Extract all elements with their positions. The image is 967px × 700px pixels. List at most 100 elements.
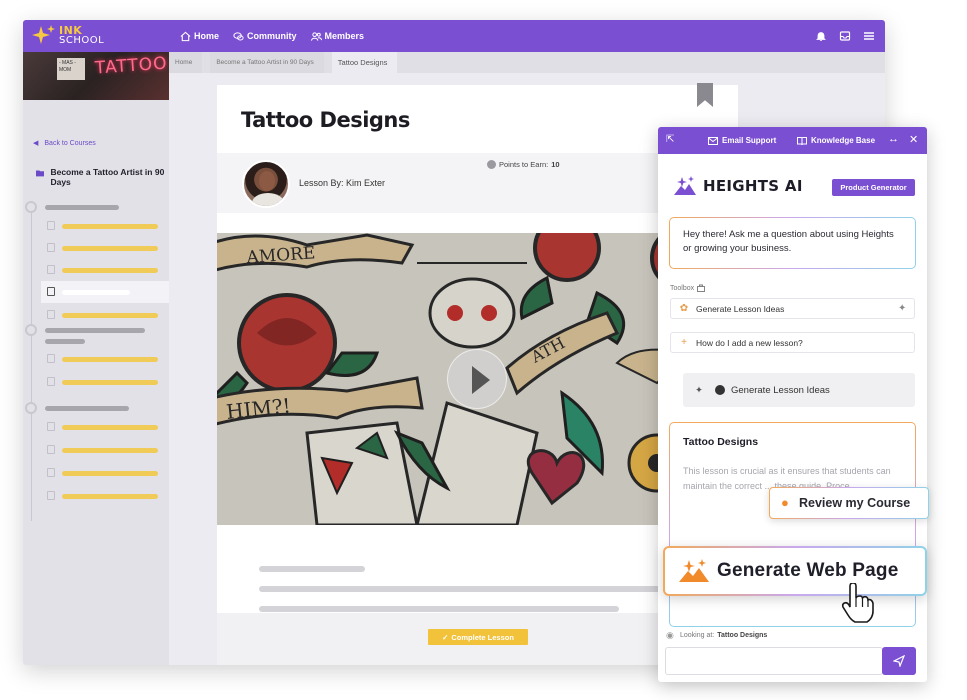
members-icon [310, 31, 322, 41]
back-to-courses-label: Back to Courses [44, 139, 96, 147]
image-icon [47, 468, 55, 477]
document-icon [47, 221, 55, 230]
close-icon[interactable]: ✕ [909, 133, 918, 146]
nav-community[interactable]: Community [233, 31, 297, 42]
lesson-item[interactable] [41, 371, 169, 393]
avatar [242, 160, 290, 208]
lesson-title-placeholder [62, 224, 158, 229]
lesson-item[interactable] [41, 485, 169, 507]
play-button[interactable] [447, 349, 507, 409]
top-navbar: INK SCHOOL Home Community Members [23, 20, 885, 52]
section-title-placeholder[interactable] [45, 205, 119, 210]
heights-ai-brand: HEIGHTS AI [674, 176, 803, 196]
lesson-title-placeholder [62, 357, 158, 362]
document-icon [47, 265, 55, 274]
lesson-title-placeholder [62, 290, 130, 295]
knowledge-base-link[interactable]: Knowledge Base [797, 127, 875, 154]
lesson-item[interactable] [41, 304, 169, 326]
email-support-link[interactable]: Email Support [708, 127, 776, 154]
lesson-item[interactable] [41, 237, 169, 259]
lesson-title-placeholder [62, 380, 158, 385]
tool-add-new-lesson-label: How do I add a new lesson? [696, 337, 803, 348]
lesson-author: Lesson By: Kim Exter [299, 178, 386, 188]
section-dot[interactable] [25, 402, 37, 414]
lesson-item[interactable] [41, 348, 169, 370]
lesson-title-placeholder [62, 246, 158, 251]
top-right-icons [803, 20, 875, 52]
back-to-courses-link[interactable]: ◀ Back to Courses [33, 139, 96, 148]
breadcrumb: Home Become a Tattoo Artist in 90 Days T… [169, 52, 885, 73]
image-icon [47, 377, 55, 386]
section-title-placeholder[interactable] [45, 406, 129, 411]
tool-generate-lesson-ideas[interactable]: ✿ Generate Lesson Ideas ✦ [670, 298, 915, 319]
tool-generate-lesson-ideas-label: Generate Lesson Ideas [696, 303, 785, 314]
menu-icon[interactable] [863, 30, 875, 42]
lesson-title-placeholder [62, 448, 158, 453]
lesson-item[interactable] [41, 439, 169, 461]
expand-icon[interactable]: ⇱ [666, 135, 676, 145]
toolbox-label: Toolbox [670, 284, 706, 292]
lesson-item[interactable] [41, 259, 169, 281]
magic-wand-icon: ✦ [695, 384, 703, 396]
product-generator-button[interactable]: Product Generator [832, 179, 915, 196]
home-icon [180, 31, 191, 41]
resize-icon[interactable]: ↔ [888, 133, 899, 145]
logo-text-school: SCHOOL [59, 35, 105, 46]
nav-home-label: Home [194, 31, 220, 41]
bell-icon[interactable] [815, 30, 827, 42]
tool-add-new-lesson[interactable]: + How do I add a new lesson? [670, 332, 915, 353]
looking-at-context: ◉ Looking at: Tattoo Designs [666, 630, 767, 641]
section-dot[interactable] [25, 324, 37, 336]
checkmark-icon: ✓ [442, 632, 449, 642]
looking-at-label: Looking at: [680, 632, 715, 639]
lesson-title-placeholder [62, 268, 158, 273]
inbox-icon[interactable] [839, 30, 851, 42]
ai-greeting-message: Hey there! Ask me a question about using… [669, 217, 916, 269]
sparkle-logo-icon [32, 25, 55, 44]
generate-web-page-button[interactable]: Generate Web Page [663, 546, 927, 596]
document-icon [47, 243, 55, 252]
section-dot[interactable] [25, 201, 37, 213]
eye-icon: ◉ [666, 630, 674, 640]
course-sidebar: - MAS - MOM TATTOO ◀ Back to Courses Bec… [23, 52, 169, 665]
lesson-item[interactable] [41, 416, 169, 438]
brain-icon: ✿ [679, 302, 689, 314]
sparkle-mountain-icon [679, 559, 709, 582]
text-placeholder-line [259, 586, 679, 592]
ai-result-title: Tattoo Designs [683, 436, 759, 448]
sidebar-course-title-text: Become a Tattoo Artist in 90 Days [50, 167, 165, 187]
text-placeholder-line [259, 606, 619, 612]
points-icon [487, 160, 496, 169]
points-value: 10 [551, 160, 560, 169]
lesson-title-placeholder [62, 494, 158, 499]
nav-home[interactable]: Home [180, 31, 219, 42]
generate-web-page-label: Generate Web Page [717, 560, 899, 581]
ink-school-logo[interactable]: INK SCHOOL [32, 23, 104, 49]
course-thumbnail: - MAS - MOM TATTOO [23, 52, 169, 100]
magic-wand-icon[interactable]: ✦ [898, 304, 908, 314]
folder-icon [36, 170, 45, 177]
toolbox-label-text: Toolbox [670, 284, 695, 292]
breadcrumb-course[interactable]: Become a Tattoo Artist in 90 Days [210, 52, 324, 73]
sidebar-course-title: Become a Tattoo Artist in 90 Days [36, 167, 166, 187]
section-title-placeholder[interactable] [45, 328, 145, 333]
review-my-course-button[interactable]: ● Review my Course [769, 487, 929, 519]
points-label: Points to Earn: [499, 160, 549, 169]
lesson-item[interactable] [41, 462, 169, 484]
generate-lesson-ideas-chip[interactable]: ✦ Generate Lesson Ideas [683, 373, 915, 407]
lesson-item-active[interactable] [41, 281, 169, 303]
section-title-placeholder[interactable] [45, 339, 85, 344]
breadcrumb-home[interactable]: Home [169, 52, 203, 73]
thumbnail-neon-text: TATTOO [94, 53, 169, 79]
main-nav: Home Community Members [180, 20, 378, 52]
complete-lesson-button[interactable]: ✓ Complete Lesson [428, 629, 528, 645]
nav-community-label: Community [247, 31, 297, 41]
send-icon [893, 655, 905, 667]
lesson-title-placeholder [62, 425, 158, 430]
send-button[interactable] [882, 647, 916, 675]
bookmark-icon[interactable] [697, 83, 713, 107]
ai-panel-header: ⇱ Email Support Knowledge Base ↔ ✕ [658, 127, 927, 154]
lesson-item[interactable] [41, 215, 169, 237]
nav-members[interactable]: Members [310, 31, 364, 42]
ai-chat-input[interactable] [665, 647, 883, 675]
